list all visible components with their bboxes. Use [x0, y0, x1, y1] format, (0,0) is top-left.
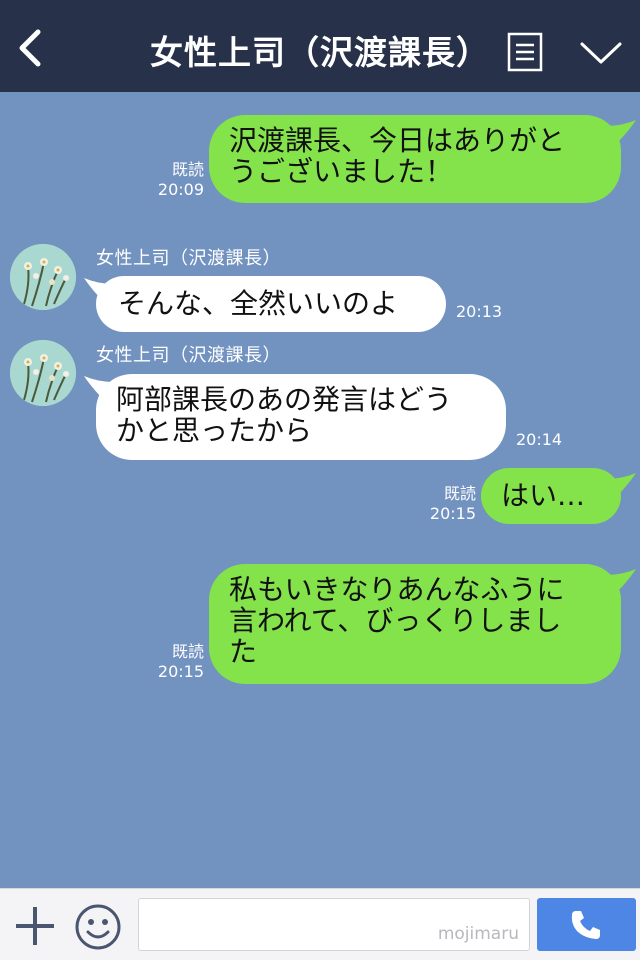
read-receipt: 既読: [171, 642, 204, 661]
message-input[interactable]: mojimaru: [138, 898, 530, 951]
message-line: はい…: [501, 479, 586, 512]
message-line: かと思ったから: [116, 414, 313, 447]
message-bubble-incoming[interactable]: そんな、全然いいのよ: [96, 276, 446, 332]
message-line: そんな、全然いいのよ: [118, 287, 399, 320]
chat-title: 女性上司（沢渡課長）: [150, 33, 490, 72]
message-line: 私もいきなりあんなふうに: [229, 573, 565, 606]
read-receipt: 既読: [171, 160, 204, 179]
call-button[interactable]: [537, 898, 636, 951]
message-meta: 既読 20:09: [150, 160, 204, 200]
message-meta: 20:14: [516, 430, 562, 450]
message-meta: 既読 20:15: [420, 484, 476, 524]
message-bubble-outgoing[interactable]: はい…: [481, 468, 621, 524]
bubble-tail: [606, 569, 636, 593]
menu-icon[interactable]: [507, 32, 543, 72]
input-bar: mojimaru: [0, 888, 640, 960]
timestamp: 20:13: [456, 302, 503, 321]
chat-area[interactable]: 沢渡課長、今日はありがと うございました！ 既読 20:09 女性上司（沢渡課長…: [0, 92, 640, 888]
message-bubble-incoming[interactable]: 阿部課長のあの発言はどう かと思ったから: [96, 374, 506, 460]
plus-icon[interactable]: [14, 905, 56, 947]
bubble-tail: [606, 120, 636, 144]
sender-name: 女性上司（沢渡課長）: [96, 248, 281, 269]
message-line: 阿部課長のあの発言はどう: [116, 383, 453, 416]
message-bubble-outgoing[interactable]: 沢渡課長、今日はありがと うございました！: [209, 115, 621, 203]
chevron-down-icon[interactable]: [579, 40, 623, 66]
emoji-icon[interactable]: [74, 903, 122, 951]
message-line: 言われて、びっくりしまし: [229, 604, 562, 637]
avatar[interactable]: [10, 340, 76, 406]
timestamp: 20:15: [429, 504, 476, 523]
message-meta: 既読 20:15: [150, 642, 204, 682]
sender-name: 女性上司（沢渡課長）: [96, 345, 281, 366]
message-line: うございました！: [229, 155, 454, 188]
read-receipt: 既読: [443, 484, 476, 503]
bubble-tail: [606, 473, 636, 497]
message-line: 沢渡課長、今日はありがと: [229, 124, 566, 157]
message-line: た: [229, 635, 258, 668]
chat-header: 女性上司（沢渡課長）: [0, 0, 640, 92]
timestamp: 20:14: [516, 430, 563, 449]
phone-icon: [571, 911, 600, 939]
avatar[interactable]: [10, 244, 76, 310]
message-meta: 20:13: [456, 302, 502, 322]
timestamp: 20:09: [157, 180, 204, 199]
watermark-text: mojimaru: [437, 924, 519, 944]
timestamp: 20:15: [157, 662, 204, 681]
message-bubble-outgoing[interactable]: 私もいきなりあんなふうに 言われて、びっくりしまし た: [209, 564, 621, 684]
